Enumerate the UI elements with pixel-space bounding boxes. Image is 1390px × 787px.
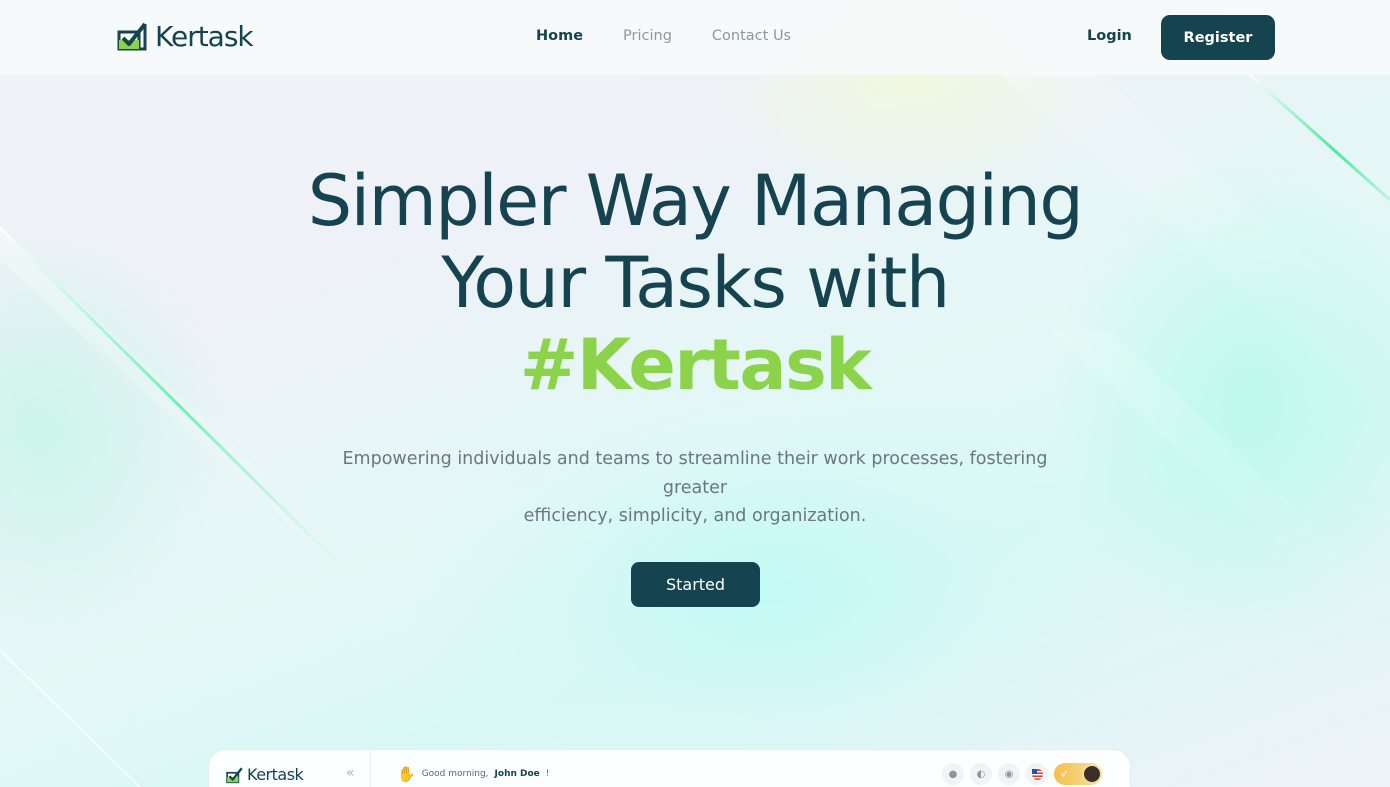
hero-subtitle-line1: Empowering individuals and teams to stre… xyxy=(342,449,1048,498)
top-navbar: Kertask Home Pricing Contact Us Login Re… xyxy=(0,0,1390,75)
hero-subtitle: Empowering individuals and teams to stre… xyxy=(335,445,1055,531)
check-chart-icon xyxy=(117,22,147,51)
chat-icon: ◉ xyxy=(998,763,1020,785)
double-chevron-left-icon: « xyxy=(346,765,355,781)
hero-subtitle-line2: efficiency, simplicity, and organization… xyxy=(523,506,867,526)
app-preview-screenshot: Kertask « ✋ Good morning, John Doe! ● ◐ … xyxy=(208,749,1131,787)
register-button[interactable]: Register xyxy=(1161,15,1275,60)
login-link[interactable]: Login xyxy=(1087,28,1132,44)
waving-hand-icon: ✋ xyxy=(397,765,416,783)
greeting-prefix: Good morning, xyxy=(421,769,489,779)
preview-divider xyxy=(370,750,371,787)
bell-icon: ● xyxy=(942,763,964,785)
hero-title-line1: Simpler Way Managing xyxy=(307,160,1084,242)
nav-home[interactable]: Home xyxy=(536,28,583,44)
preview-logo-text: Kertask xyxy=(247,765,304,784)
nav-pricing[interactable]: Pricing xyxy=(623,28,672,44)
nav-contact-us[interactable]: Contact Us xyxy=(712,28,791,44)
hero-title: Simpler Way Managing Your Tasks with #Ke… xyxy=(0,160,1390,406)
user-icon: ◐ xyxy=(970,763,992,785)
greeting-name: John Doe xyxy=(494,769,540,779)
hero-title-accent: #Kertask xyxy=(519,324,872,406)
main-nav: Home Pricing Contact Us xyxy=(536,28,791,44)
greeting-suffix: ! xyxy=(545,769,550,779)
us-flag-icon xyxy=(1026,763,1048,785)
preview-logo: Kertask xyxy=(226,765,304,784)
rocket-icon: ➶ xyxy=(1060,768,1069,780)
brand-name: Kertask xyxy=(155,19,254,53)
avatar xyxy=(1082,764,1102,784)
upgrade-pill: ➶ xyxy=(1054,763,1102,785)
preview-greeting: ✋ Good morning, John Doe! xyxy=(397,765,549,783)
preview-header-icons: ● ◐ ◉ ➶ xyxy=(942,763,1102,785)
brand-logo[interactable]: Kertask xyxy=(117,18,254,54)
get-started-button[interactable]: Started xyxy=(631,562,760,607)
hero-title-line2: Your Tasks with xyxy=(441,242,950,324)
check-chart-icon xyxy=(226,767,243,783)
